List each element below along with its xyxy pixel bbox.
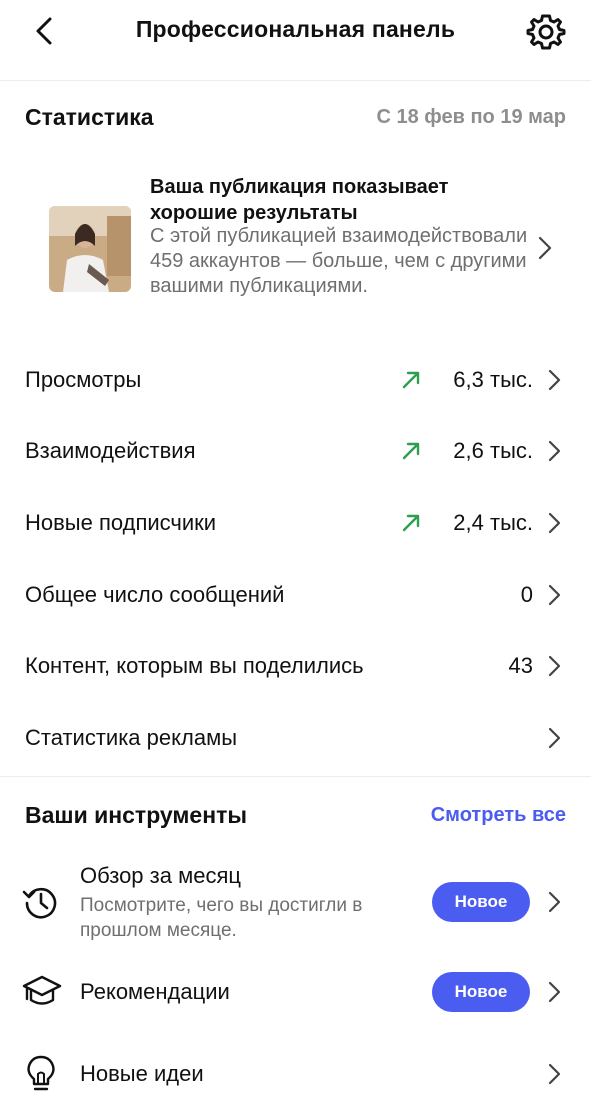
chevron-right-icon <box>548 1063 561 1085</box>
new-badge: Новое <box>432 972 530 1012</box>
trend-up-icon <box>402 514 420 532</box>
tool-name: Рекомендации <box>80 979 230 1004</box>
stat-row-shared-content[interactable]: Контент, которым вы поделились 43 <box>0 636 591 696</box>
stat-value: 6,3 тыс. <box>453 367 533 392</box>
new-badge: Новое <box>432 882 530 922</box>
highlight-description: С этой публикацией взаимодействовали 459… <box>150 225 528 297</box>
chevron-right-icon <box>548 512 561 534</box>
trend-up-icon <box>402 371 420 389</box>
chevron-right-icon <box>548 369 561 391</box>
tool-monthly-review[interactable]: Обзор за месяц Посмотрите, чего вы дости… <box>0 855 591 950</box>
chevron-right-icon <box>548 655 561 677</box>
stat-value: 43 <box>508 653 533 678</box>
tool-recommendations[interactable]: Рекомендации Новое <box>0 962 591 1022</box>
tool-name: Обзор за месяц <box>80 863 241 888</box>
stat-row-views[interactable]: Просмотры 6,3 тыс. <box>0 350 591 410</box>
stat-label: Общее число сообщений <box>25 582 285 607</box>
top-bar: Профессиональная панель <box>0 0 591 81</box>
chevron-right-icon <box>548 981 561 1003</box>
chevron-right-icon <box>538 236 552 260</box>
chevron-right-icon <box>548 891 561 913</box>
page-title: Профессиональная панель <box>135 16 456 42</box>
stat-label: Новые подписчики <box>25 510 217 535</box>
date-range[interactable]: С 18 фев по 19 мар <box>376 106 566 129</box>
stat-value: 0 <box>520 582 533 607</box>
tools-section-title: Ваши инструменты <box>25 802 248 828</box>
chevron-right-icon <box>548 584 561 606</box>
stat-label: Статистика рекламы <box>25 725 238 750</box>
stats-section-title: Статистика <box>25 104 154 130</box>
post-thumbnail <box>49 206 131 292</box>
stat-row-ad-stats[interactable]: Статистика рекламы <box>0 708 591 768</box>
lightbulb-icon <box>27 1055 55 1091</box>
stat-row-new-followers[interactable]: Новые подписчики 2,4 тыс. <box>0 493 591 553</box>
see-all-link[interactable]: Смотреть все <box>431 804 566 827</box>
graduation-cap-icon <box>22 975 62 1005</box>
stat-label: Контент, которым вы поделились <box>25 653 364 678</box>
stat-value: 2,6 тыс. <box>453 438 533 463</box>
chevron-right-icon <box>548 727 561 749</box>
stat-row-interactions[interactable]: Взаимодействия 2,6 тыс. <box>0 421 591 481</box>
stat-label: Взаимодействия <box>25 438 196 463</box>
gear-icon[interactable] <box>526 12 566 52</box>
post-highlight-card[interactable]: Ваша публикация показывает хорошие резул… <box>0 160 591 330</box>
tool-name: Новые идеи <box>80 1061 204 1086</box>
tool-subtitle: Посмотрите, чего вы достигли в прошлом м… <box>80 895 363 941</box>
chevron-right-icon <box>548 440 561 462</box>
tool-new-ideas[interactable]: Новые идеи <box>0 1044 591 1104</box>
stat-row-messages[interactable]: Общее число сообщений 0 <box>0 565 591 625</box>
history-icon <box>22 887 57 919</box>
trend-up-icon <box>402 442 420 460</box>
section-divider <box>0 776 591 777</box>
stat-label: Просмотры <box>25 367 142 392</box>
highlight-title: Ваша публикация показывает хорошие резул… <box>150 176 449 224</box>
stat-value: 2,4 тыс. <box>453 510 533 535</box>
